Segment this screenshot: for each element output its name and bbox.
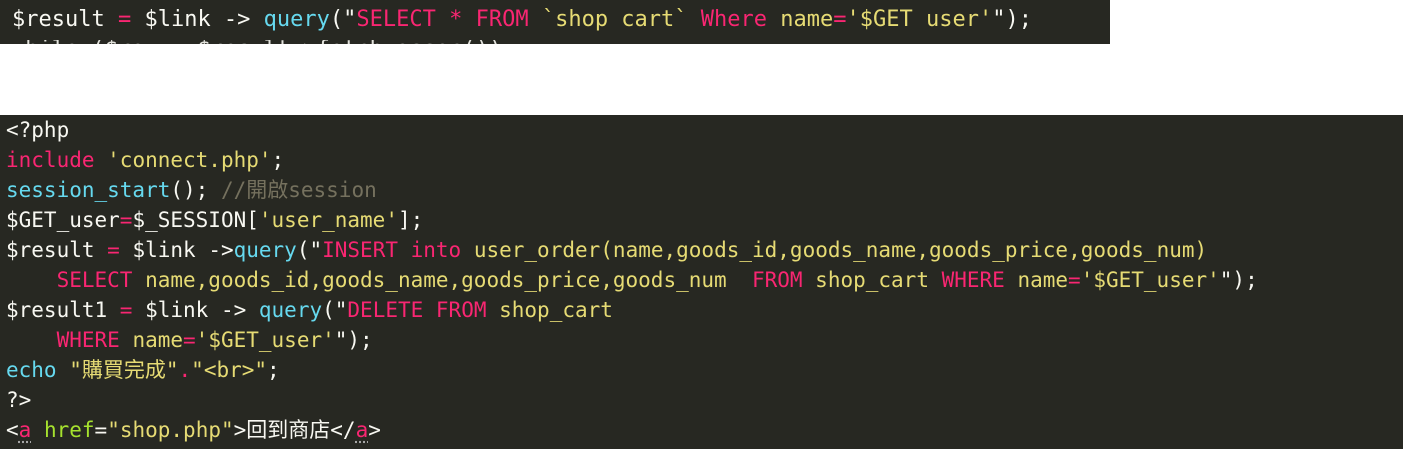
code-token: '$GET user' (846, 7, 993, 32)
code-token: $_SESSION[ (132, 208, 259, 232)
code-token: = (183, 328, 196, 352)
code-token: shop_cart (802, 268, 942, 292)
code-token: ]; (397, 208, 424, 232)
code-token: 'user_name' (258, 208, 398, 232)
code-line: $result = $link -> query("SELECT * FROM … (0, 0, 1110, 40)
code-line: ?> (0, 385, 1403, 415)
code-token: a (18, 418, 32, 442)
code-token: echo (6, 358, 57, 382)
code-token: "); (334, 328, 373, 352)
code-line: session_start(); //開啟session (0, 175, 1403, 205)
code-token: ; (267, 358, 280, 382)
code-token: > (368, 418, 381, 442)
code-token: = (833, 7, 847, 32)
code-token: $result (12, 7, 118, 32)
code-token: '$GET_user' (195, 328, 335, 352)
code-token: name,goods_id,goods_name,goods_price,goo… (132, 268, 752, 292)
code-line: echo "購買完成"."<br>"; (0, 355, 1403, 385)
code-token: = (117, 7, 132, 32)
code-token: = (94, 418, 108, 442)
code-line: SELECT name,goods_id,goods_name,goods_pr… (0, 265, 1403, 295)
code-token: SELECT (56, 268, 133, 292)
code-token: $GET_user (6, 208, 120, 232)
code-token: . (178, 358, 192, 382)
code-token: session_start (6, 178, 171, 202)
code-token: user_order(name,goods_id,goods_name,good… (461, 238, 1208, 262)
code-token: (" (329, 7, 357, 32)
code-token: href (43, 418, 95, 442)
code-token: name (119, 328, 184, 352)
code-token: shop_cart (486, 298, 613, 322)
code-token: name (767, 7, 834, 32)
code-token: <?php (6, 118, 70, 142)
code-token: DELETE FROM (347, 298, 487, 322)
code-line: $result1 = $link -> query("DELETE FROM s… (0, 295, 1403, 325)
code-token: "shop.php" (107, 418, 234, 442)
code-token: "); (992, 7, 1032, 32)
code-token: ?> (6, 388, 32, 412)
main-code-lines: <?php include 'connect.php'; session_start… (0, 115, 1403, 445)
code-token: SELECT * FROM (356, 7, 529, 32)
code-token: >回到商店</ (233, 418, 356, 442)
code-token: WHERE (56, 328, 120, 352)
code-line: <a href="shop.php">回到商店</a> (0, 415, 1403, 445)
code-token: (" (296, 238, 323, 262)
code-token: "); (1219, 268, 1258, 292)
code-token: query (233, 238, 297, 262)
code-token: WHERE (941, 268, 1005, 292)
code-token: //開啟session (220, 178, 377, 202)
code-token: `shop cart` (528, 7, 701, 32)
code-token: FROM (751, 268, 803, 292)
code-line: $result = $link ->query("INSERT into use… (0, 235, 1403, 265)
code-token: "<br>" (191, 358, 268, 382)
code-token: $link -> (119, 238, 234, 262)
code-token: = (107, 238, 120, 262)
code-token: < (6, 418, 19, 442)
code-token: $link -> (131, 7, 264, 32)
code-token: name (1004, 268, 1069, 292)
code-token: INSERT into (322, 238, 462, 262)
code-token: = (119, 298, 133, 322)
code-token: include (6, 148, 95, 172)
code-line: while ($row = $result->fetch_assoc()) (0, 40, 1110, 44)
code-token: query (263, 7, 330, 32)
code-token: '$GET_user' (1080, 268, 1220, 292)
code-line: $GET_user=$_SESSION['user_name']; (0, 205, 1403, 235)
code-token: $result1 (6, 298, 120, 322)
code-token: (" (322, 298, 348, 322)
code-token: $link -> (132, 298, 259, 322)
code-token: query (258, 298, 323, 322)
code-token: a (355, 418, 369, 442)
code-token: (); (170, 178, 221, 202)
top-code-lines: $result = $link -> query("SELECT * FROM … (0, 0, 1110, 44)
code-token: 'connect.php' (94, 148, 272, 172)
code-token: ; (271, 148, 285, 172)
code-token: Where (700, 7, 768, 32)
code-line: include 'connect.php'; (0, 145, 1403, 175)
code-token: = (1068, 268, 1081, 292)
top-code-snippet: $result = $link -> query("SELECT * FROM … (0, 0, 1110, 44)
code-token: = (119, 208, 133, 232)
code-line: WHERE name='$GET_user'"); (0, 325, 1403, 355)
code-token: "購買完成" (56, 358, 179, 382)
code-line: <?php (0, 115, 1403, 145)
main-code-editor: <?php include 'connect.php'; session_start… (0, 115, 1403, 449)
code-token: $result (6, 238, 108, 262)
